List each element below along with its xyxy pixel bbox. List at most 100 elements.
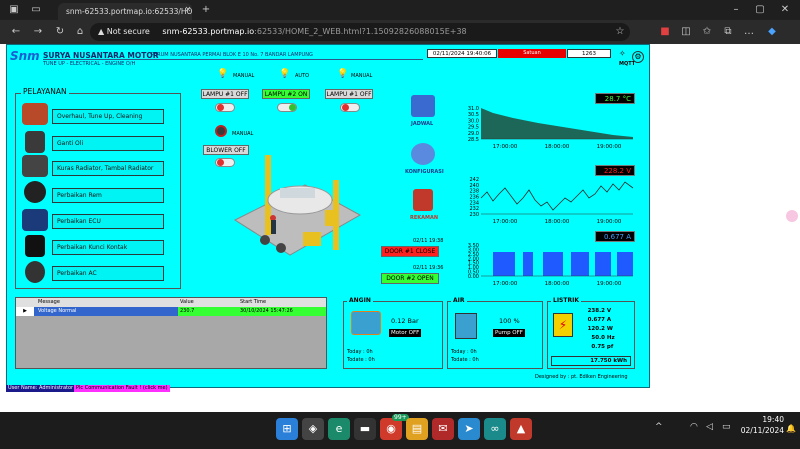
plc-fault-link[interactable]: Plc Communication Fault ! (click me)	[74, 385, 170, 392]
wifi-icon[interactable]: ◠	[690, 422, 698, 432]
mail-icon[interactable]: ✉	[432, 418, 454, 440]
service-item-ac[interactable]: Perbaikan AC	[52, 266, 164, 281]
angin-title: ANGIN	[347, 297, 373, 304]
oil-can-icon	[25, 131, 45, 153]
tab-actions-icon[interactable]: ▭	[26, 0, 46, 20]
configuration-icon[interactable]	[411, 143, 435, 165]
x-tick-label: 17:00:00	[493, 281, 518, 287]
water-tank-icon	[455, 313, 477, 339]
star-icon[interactable]: ☆	[610, 22, 630, 42]
chevron-up-icon[interactable]: ^	[655, 422, 663, 432]
close-tab-icon[interactable]: ✕	[178, 0, 198, 20]
service-item-brake[interactable]: Perbaikan Rem	[52, 188, 164, 203]
battery-icon[interactable]: ▭	[722, 422, 731, 432]
mqtt-label: MQTT	[619, 61, 636, 67]
angin-todate: Todate : 0h	[347, 357, 375, 363]
header-start-time[interactable]: Start Time	[240, 298, 266, 307]
terminal-icon[interactable]: ▬	[354, 418, 376, 440]
electric-readings: 238.2 V 0.677 A 120.2 W 50.0 Hz 0.75 pf	[579, 307, 631, 352]
angin-today: Today : 0h	[347, 349, 373, 355]
new-tab-icon[interactable]: +	[196, 0, 216, 20]
app-icon[interactable]: ▲	[510, 418, 532, 440]
copilot-taskbar-icon[interactable]: ◈	[302, 418, 324, 440]
browser-menu-icon[interactable]: ▣	[4, 0, 24, 20]
chrome-icon[interactable]: ◉	[380, 418, 402, 440]
tab-title: snm-62533.portmap.io:62533/HO	[66, 7, 192, 16]
clock-time[interactable]: 19:40	[752, 415, 784, 424]
lamp-1-button[interactable]: LAMPU #1 OFF	[201, 89, 249, 99]
url-field[interactable]: ▲ Not secure snm-62533.portmap.io:62533/…	[90, 23, 630, 41]
y-tick-label: 29.0	[468, 131, 479, 137]
telegram-icon[interactable]: ➤	[458, 418, 480, 440]
lamp-1-mode: MANUAL	[233, 73, 255, 79]
ecu-icon	[22, 209, 48, 231]
minimize-icon[interactable]: –	[726, 0, 746, 20]
favorites-icon[interactable]: ✩	[697, 22, 717, 42]
sidebar-handle-icon[interactable]	[786, 210, 798, 222]
copilot-icon[interactable]: ◆	[762, 22, 782, 42]
x-tick-label: 17:00:00	[493, 144, 518, 150]
rekaman-label[interactable]: REKAMAN	[410, 215, 438, 221]
konfigurasi-label[interactable]: KONFIGURASI	[405, 169, 444, 175]
arduino-icon[interactable]: ∞	[484, 418, 506, 440]
browser-tab[interactable]: snm-62533.portmap.io:62533/HO	[58, 3, 192, 20]
collections-icon[interactable]: ⧉	[718, 22, 738, 42]
service-item-oil[interactable]: Ganti Oli	[52, 136, 164, 151]
start-icon[interactable]: ⊞	[276, 418, 298, 440]
x-tick-label: 18:00:00	[545, 144, 570, 150]
status-value: 1263	[567, 49, 611, 58]
notification-icon[interactable]: 🔔	[786, 424, 796, 433]
lamp-2-button[interactable]: LAMPU #2 ON	[262, 89, 310, 99]
header-value[interactable]: Value	[180, 298, 194, 307]
taskbar: ⊞ ◈ e ▬ ◉ 99+ ▤ ✉ ➤ ∞ ▲ ^ ◠ ◁ ▭ 19:40 02…	[0, 412, 800, 449]
lamp-3-button[interactable]: LAMPU #1 OFF	[325, 89, 373, 99]
maximize-icon[interactable]: ▢	[750, 0, 770, 20]
clock-date[interactable]: 02/11/2024	[738, 426, 784, 435]
header-message[interactable]: Message	[38, 298, 60, 307]
forward-icon[interactable]: →	[28, 22, 48, 42]
calendar-icon[interactable]	[411, 95, 435, 117]
air-title: AIR	[451, 297, 467, 304]
close-window-icon[interactable]: ✕	[775, 0, 795, 20]
reload-icon[interactable]: ↻	[50, 22, 70, 42]
service-item-radiator[interactable]: Kuras Radiator, Tambal Radiator	[52, 161, 164, 176]
lamp-2-toggle[interactable]	[277, 103, 297, 112]
engine-icon	[22, 103, 48, 125]
lamp-1-toggle[interactable]	[215, 103, 235, 112]
y-tick-label: 230	[469, 212, 479, 218]
temperature-trend-chart: 31.030.530.029.529.028.5 17:00:00 18:00:0…	[468, 106, 633, 150]
home-icon[interactable]: ⌂	[70, 22, 90, 42]
company-logo: Snm	[10, 49, 40, 63]
x-tick-label: 19:00:00	[597, 144, 622, 150]
address-bar-row: ← → ↻ ⌂ ▲ Not secure snm-62533.portmap.i…	[0, 20, 800, 44]
frequency-value: 50.0	[591, 335, 605, 341]
back-icon[interactable]: ←	[6, 22, 26, 42]
service-item-key[interactable]: Perbaikan Kunci Kontak	[52, 240, 164, 255]
door-1-status[interactable]: DOOR #1 CLOSE	[381, 246, 439, 257]
alarm-table: Message Value Start Time ▶ Voltage Norma…	[15, 297, 327, 369]
lamp-3-toggle[interactable]	[340, 103, 360, 112]
service-item-overhaul[interactable]: Overhaul, Tune Up, Cleaning	[52, 109, 164, 124]
frequency-unit: Hz	[606, 335, 615, 341]
water-level-value: 100 %	[499, 317, 520, 325]
service-item-ecu[interactable]: Perbaikan ECU	[52, 214, 164, 229]
header-divider	[43, 59, 423, 60]
record-icon[interactable]	[413, 189, 433, 211]
y-tick-label: 28.5	[468, 137, 479, 143]
split-icon[interactable]: ◫	[676, 22, 696, 42]
more-icon[interactable]: …	[739, 22, 759, 42]
lamp-2-mode: AUTO	[295, 73, 310, 79]
extension-icon[interactable]: ■	[655, 22, 675, 42]
row-values: 230.7 30/10/2024 15:47:26	[178, 307, 326, 316]
door-2-status[interactable]: DOOR #2 OPEN	[381, 273, 439, 284]
services-title: PELAYANAN	[21, 87, 69, 96]
jadwal-label[interactable]: JADWAL	[411, 121, 433, 127]
volume-icon[interactable]: ◁	[706, 422, 713, 432]
edge-icon[interactable]: e	[328, 418, 350, 440]
pf-value: 0.75	[591, 344, 605, 350]
row-value: 230.7	[180, 308, 195, 314]
air-todate: Todate : 0h	[451, 357, 479, 363]
y-tick-label: 29.5	[468, 125, 479, 131]
file-explorer-icon[interactable]: ▤	[406, 418, 428, 440]
settings-gear-icon[interactable]: ⚙	[632, 51, 644, 63]
